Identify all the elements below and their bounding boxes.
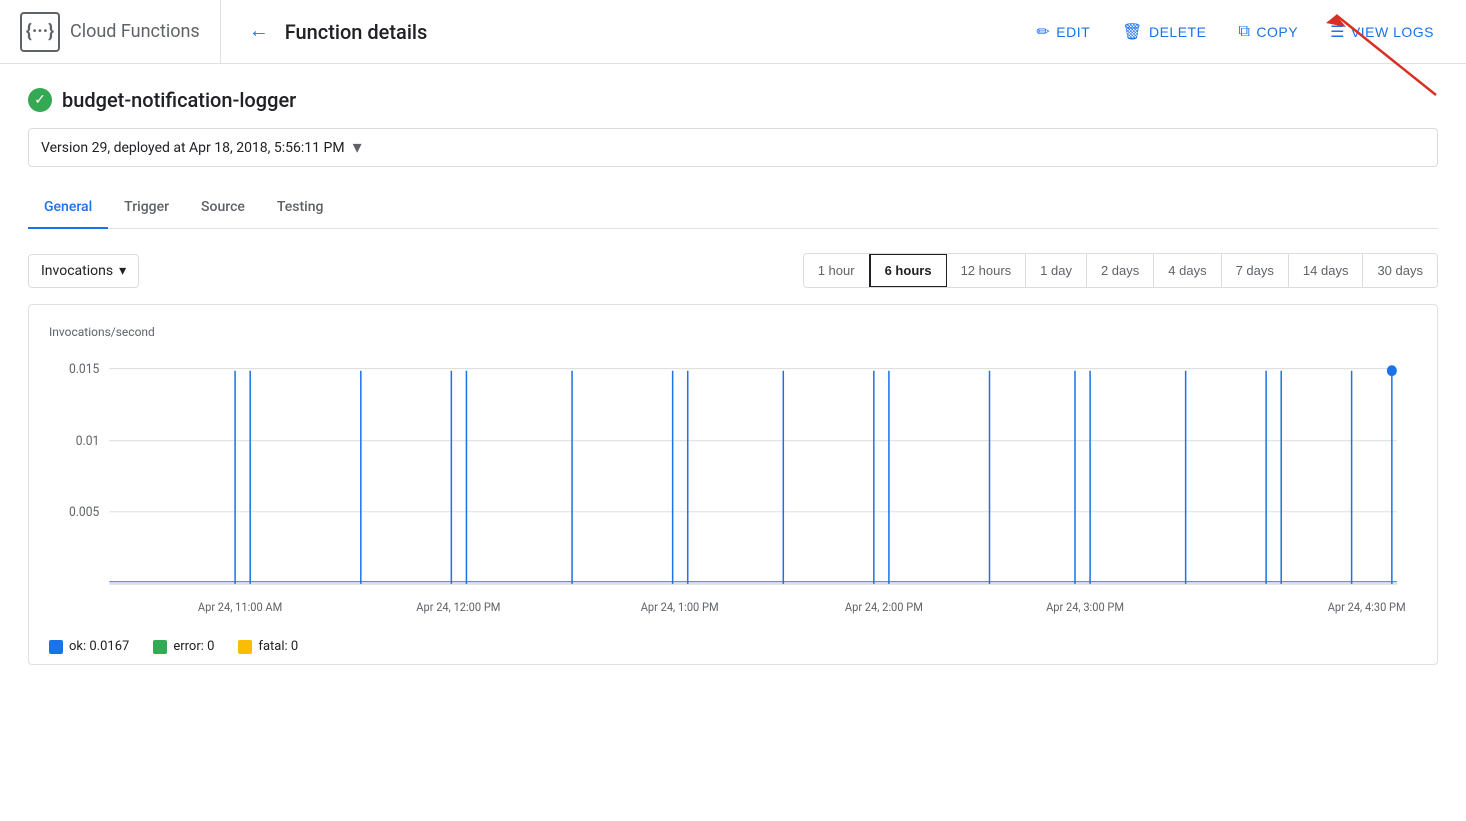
metric-chevron-icon: ▾ (119, 263, 126, 279)
main-content: ✓ budget-notification-logger Version 29,… (0, 64, 1466, 689)
time-btn-1hour[interactable]: 1 hour (804, 254, 870, 287)
app-logo: {···} Cloud Functions (20, 0, 221, 63)
svg-text:0.005: 0.005 (69, 505, 99, 521)
tab-source[interactable]: Source (185, 187, 261, 229)
tab-bar: General Trigger Source Testing (28, 187, 1438, 229)
tab-general[interactable]: General (28, 187, 108, 229)
chevron-down-icon: ▾ (353, 137, 362, 158)
time-btn-30days[interactable]: 30 days (1363, 254, 1437, 287)
svg-text:Apr 24, 4:30 PM: Apr 24, 4:30 PM (1328, 599, 1406, 613)
chart-area: 0.015 0.01 0.005 (49, 347, 1417, 627)
chart-section: Invocations ▾ 1 hour 6 hours 12 hours 1 … (28, 253, 1438, 665)
time-btn-1day[interactable]: 1 day (1026, 254, 1087, 287)
status-icon: ✓ (28, 88, 52, 112)
tab-trigger[interactable]: Trigger (108, 187, 185, 229)
edit-icon: ✏ (1036, 22, 1050, 42)
legend-ok-box (49, 640, 63, 654)
legend-ok: ok: 0.0167 (49, 639, 129, 654)
copy-icon: ⧉ (1238, 23, 1250, 41)
logo-icon: {···} (20, 12, 60, 52)
copy-button[interactable]: ⧉ COPY (1226, 15, 1310, 49)
page-title: Function details (285, 20, 428, 44)
tab-testing[interactable]: Testing (261, 187, 340, 229)
time-btn-7days[interactable]: 7 days (1222, 254, 1289, 287)
time-btn-6hours[interactable]: 6 hours (869, 253, 948, 288)
back-button[interactable]: ← (241, 16, 277, 47)
header-actions: ✏ EDIT 🗑 DELETE ⧉ COPY ☰ VIEW LOGS (1024, 14, 1446, 50)
app-header: {···} Cloud Functions ← Function details… (0, 0, 1466, 64)
chart-svg: 0.015 0.01 0.005 (49, 347, 1417, 627)
delete-icon: 🗑 (1122, 22, 1143, 42)
chart-container: Invocations/second 0.015 0.01 0.005 (28, 304, 1438, 665)
time-range-buttons: 1 hour 6 hours 12 hours 1 day 2 days 4 d… (803, 253, 1438, 288)
svg-text:Apr 24, 1:00 PM: Apr 24, 1:00 PM (641, 599, 719, 613)
time-btn-12hours[interactable]: 12 hours (947, 254, 1027, 287)
chart-controls: Invocations ▾ 1 hour 6 hours 12 hours 1 … (28, 253, 1438, 288)
y-axis-label: Invocations/second (49, 325, 1417, 339)
legend-error: error: 0 (153, 639, 214, 654)
view-logs-icon: ☰ (1330, 22, 1345, 42)
function-name: budget-notification-logger (62, 88, 296, 112)
svg-text:0.015: 0.015 (69, 361, 99, 377)
legend-error-label: error: 0 (173, 639, 214, 654)
legend-error-box (153, 640, 167, 654)
edit-button[interactable]: ✏ EDIT (1024, 14, 1102, 50)
svg-text:0.01: 0.01 (76, 434, 100, 450)
time-btn-4days[interactable]: 4 days (1154, 254, 1221, 287)
metric-dropdown[interactable]: Invocations ▾ (28, 254, 139, 288)
time-btn-14days[interactable]: 14 days (1289, 254, 1364, 287)
metric-label: Invocations (41, 263, 113, 279)
version-label: Version 29, deployed at Apr 18, 2018, 5:… (41, 140, 345, 156)
svg-text:Apr 24, 12:00 PM: Apr 24, 12:00 PM (416, 599, 500, 613)
svg-text:Apr 24, 3:00 PM: Apr 24, 3:00 PM (1046, 599, 1124, 613)
view-logs-button[interactable]: ☰ VIEW LOGS (1318, 14, 1446, 50)
chart-legend: ok: 0.0167 error: 0 fatal: 0 (49, 639, 1417, 654)
svg-text:Apr 24, 2:00 PM: Apr 24, 2:00 PM (845, 599, 923, 613)
app-name: Cloud Functions (70, 21, 200, 42)
header-nav: ← Function details (221, 16, 1025, 47)
legend-fatal-label: fatal: 0 (258, 639, 298, 654)
legend-fatal: fatal: 0 (238, 639, 298, 654)
svg-text:Apr 24, 11:00 AM: Apr 24, 11:00 AM (198, 599, 282, 613)
time-btn-2days[interactable]: 2 days (1087, 254, 1154, 287)
legend-fatal-box (238, 640, 252, 654)
function-header: ✓ budget-notification-logger (28, 88, 1438, 112)
legend-ok-label: ok: 0.0167 (69, 639, 129, 654)
delete-button[interactable]: 🗑 DELETE (1110, 14, 1218, 50)
version-dropdown[interactable]: Version 29, deployed at Apr 18, 2018, 5:… (28, 128, 1438, 167)
